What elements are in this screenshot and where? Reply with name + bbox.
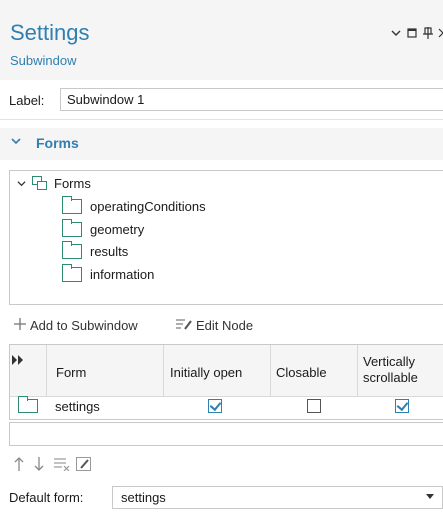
- tree-item-label: results: [90, 243, 129, 259]
- move-up-icon[interactable]: [14, 457, 24, 474]
- table-toolbar: [0, 454, 443, 476]
- settings-header: Settings Subwindow: [0, 0, 443, 80]
- forms-tree[interactable]: Forms operatingConditions geometry resul…: [9, 170, 443, 305]
- default-form-label: Default form:: [9, 490, 84, 505]
- table-empty-area: [9, 422, 443, 446]
- close-icon[interactable]: [436, 26, 443, 40]
- tree-item-form[interactable]: geometry: [61, 218, 145, 238]
- section-title: Forms: [36, 135, 79, 151]
- fast-forward-icon[interactable]: [12, 353, 44, 367]
- tree-item-label: operatingConditions: [90, 198, 206, 214]
- default-form-select[interactable]: settings: [112, 486, 443, 509]
- chevron-down-icon[interactable]: [389, 26, 403, 40]
- dropdown-arrow-icon[interactable]: [426, 494, 434, 499]
- tree-item-form[interactable]: information: [61, 263, 155, 283]
- pin-icon[interactable]: [421, 26, 435, 40]
- column-header-form[interactable]: Form: [56, 363, 86, 381]
- plus-icon: [14, 318, 26, 333]
- default-form-row: Default form: settings: [0, 484, 443, 510]
- tree-item-label: geometry: [90, 221, 145, 237]
- edit-node-button[interactable]: Edit Node: [176, 318, 253, 333]
- form-folder-icon: [61, 195, 82, 214]
- tree-item-label: information: [90, 266, 155, 282]
- maximize-icon[interactable]: [405, 26, 419, 40]
- chevron-down-icon[interactable]: [10, 135, 22, 150]
- edit-node-icon: [176, 318, 192, 333]
- edit-icon[interactable]: [76, 457, 92, 474]
- table-cell-form: settings: [55, 398, 100, 414]
- form-folder-icon: [61, 240, 82, 259]
- tree-node-root[interactable]: Forms: [14, 174, 91, 192]
- chevron-down-icon[interactable]: [14, 179, 28, 188]
- forms-section-header[interactable]: Forms: [0, 128, 443, 160]
- delete-icon[interactable]: [54, 457, 70, 474]
- move-down-icon[interactable]: [34, 457, 44, 474]
- add-to-subwindow-label: Add to Subwindow: [30, 318, 138, 333]
- tree-node-label: Forms: [54, 175, 91, 191]
- initially-open-checkbox[interactable]: [208, 399, 222, 413]
- tree-item-form[interactable]: operatingConditions: [61, 195, 206, 215]
- column-header-initially-open[interactable]: Initially open: [170, 363, 242, 381]
- page-title: Settings: [10, 20, 90, 45]
- forms-toolbar: Add to Subwindow Edit Node: [0, 314, 443, 338]
- edit-node-label: Edit Node: [196, 318, 254, 333]
- form-folder-icon: [17, 396, 38, 414]
- table-row[interactable]: settings: [10, 396, 443, 415]
- divider: [0, 119, 443, 120]
- form-folder-icon: [61, 218, 82, 237]
- label-row: Label:: [0, 88, 443, 112]
- label-caption: Label:: [9, 93, 45, 108]
- forms-icon: [32, 175, 48, 191]
- column-header-vertically-scrollable[interactable]: Vertically scrollable: [363, 354, 443, 388]
- column-header-closable[interactable]: Closable: [276, 363, 327, 381]
- form-folder-icon: [61, 263, 82, 282]
- add-to-subwindow-button[interactable]: Add to Subwindow: [14, 318, 138, 333]
- vertically-scrollable-checkbox[interactable]: [395, 399, 409, 413]
- label-input[interactable]: [60, 88, 443, 111]
- tree-item-form[interactable]: results: [61, 240, 129, 260]
- forms-table[interactable]: Form Initially open Closable Vertically …: [9, 344, 443, 420]
- closable-checkbox[interactable]: [307, 399, 321, 413]
- default-form-value: settings: [121, 490, 166, 505]
- page-subtitle: Subwindow: [10, 53, 77, 68]
